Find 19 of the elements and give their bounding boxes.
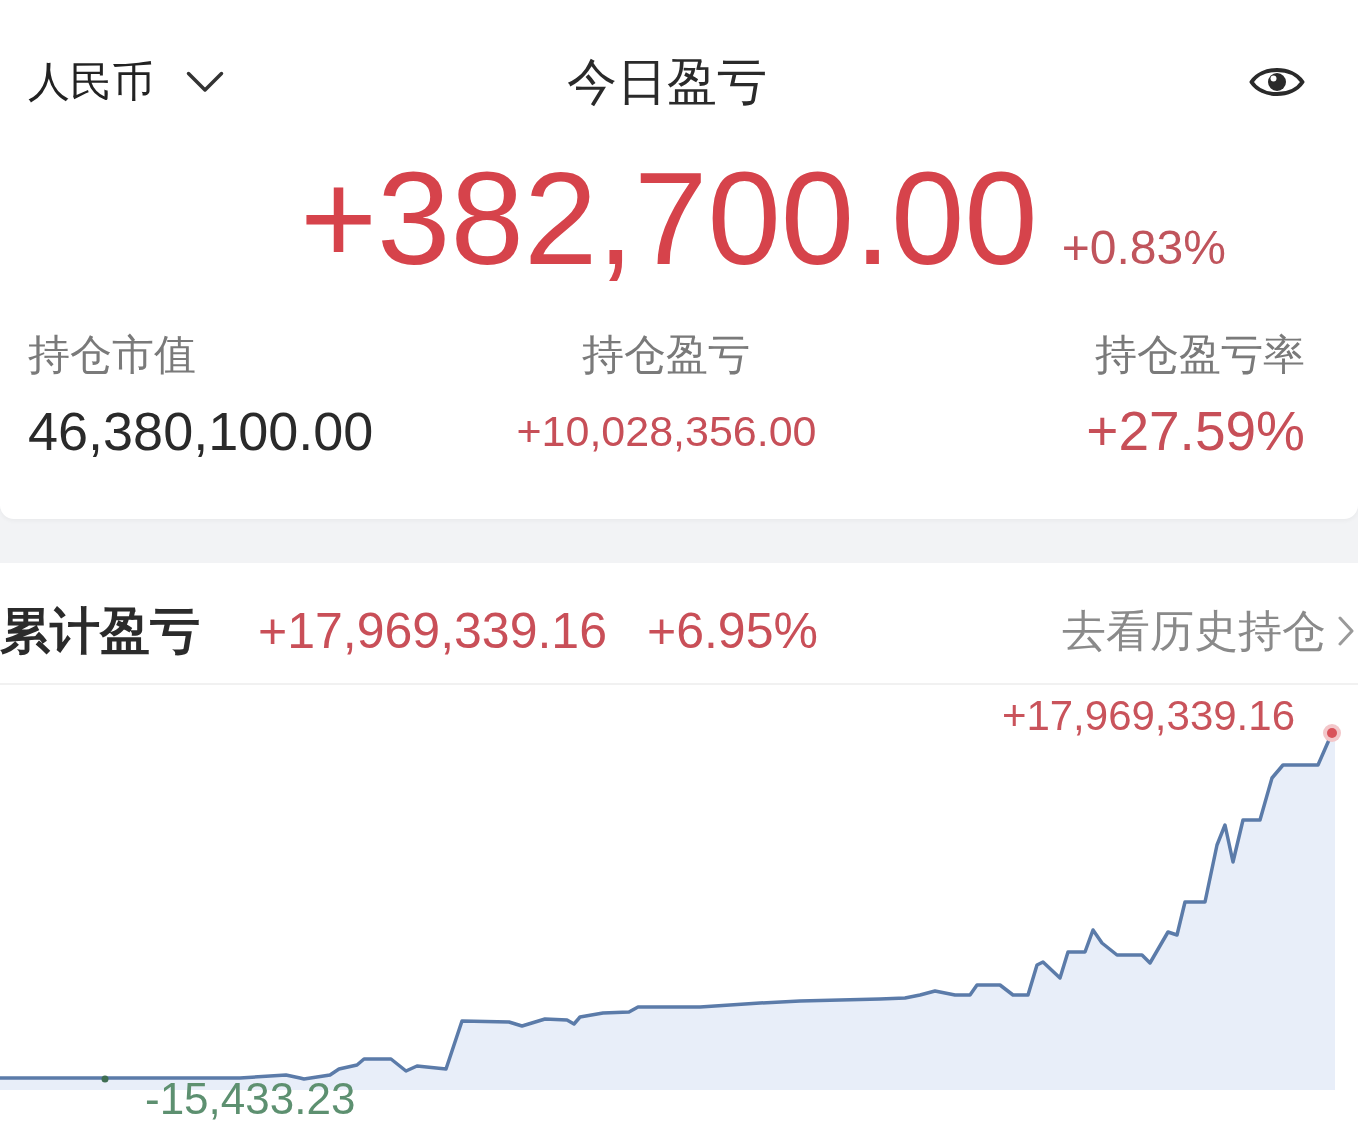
stat-value: +10,028,356.00 xyxy=(516,406,817,457)
point-marker-icon xyxy=(1323,724,1341,742)
chevron-down-icon xyxy=(186,71,224,93)
max-value-label: +17,969,339.16 xyxy=(1001,695,1295,737)
stat-value: 46,380,100.00 xyxy=(28,400,374,463)
cumulative-profit-percent: +6.95% xyxy=(646,602,818,661)
stat-value: +27.59% xyxy=(1086,399,1305,464)
today-profit-amount: +382,700.00 xyxy=(300,153,1038,285)
currency-dropdown[interactable]: 人民币 xyxy=(28,56,224,108)
stat-label: 持仓盈亏 xyxy=(582,331,751,379)
stat-label: 持仓盈亏率 xyxy=(1095,331,1305,379)
point-marker-icon xyxy=(101,1075,109,1083)
section-title: 累计盈亏 xyxy=(0,602,200,661)
cumulative-profit-amount: +17,969,339.16 xyxy=(258,602,607,661)
min-value-label: -15,433.23 xyxy=(145,1077,356,1121)
chevron-right-icon xyxy=(1338,616,1354,646)
stat-label: 持仓市值 xyxy=(28,331,196,379)
today-profit-percent: +0.83% xyxy=(1061,224,1226,272)
page-title: 今日盈亏 xyxy=(566,53,767,112)
